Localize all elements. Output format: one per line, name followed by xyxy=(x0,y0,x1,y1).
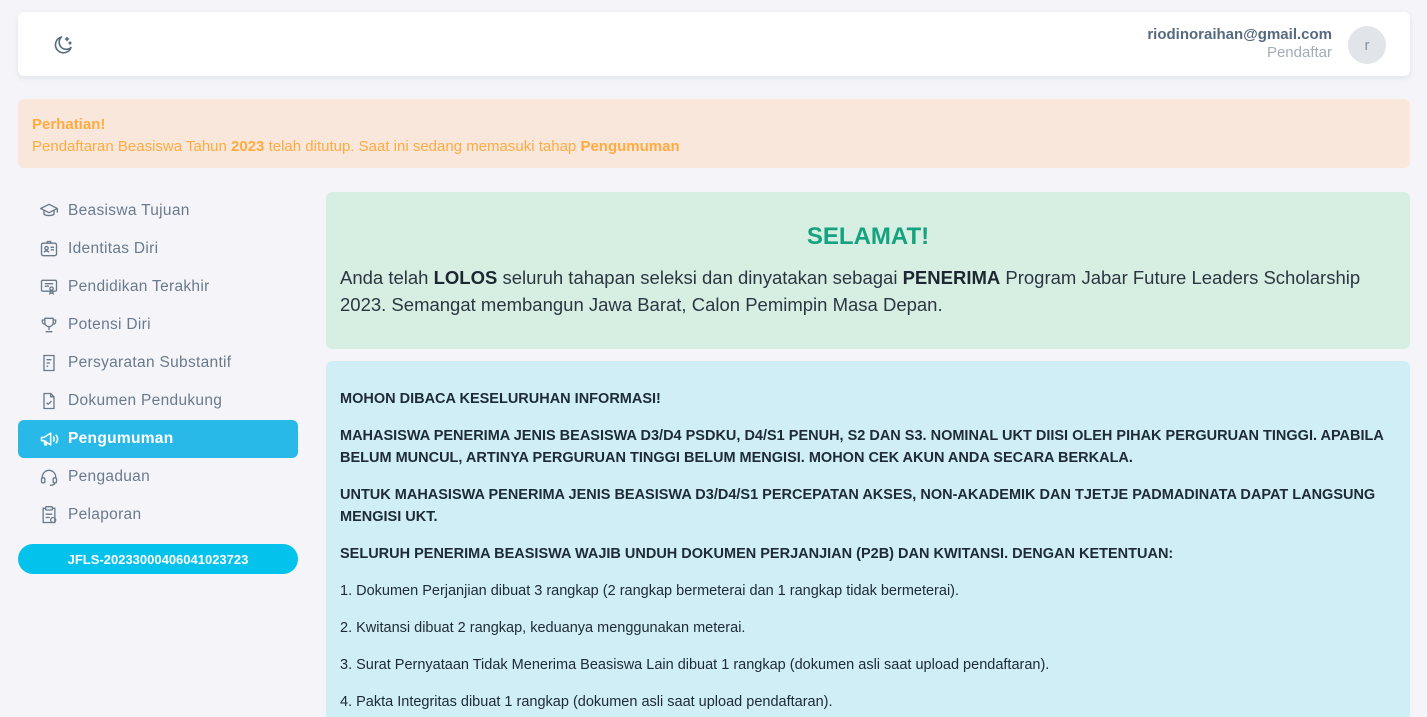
list-item: 1. Dokumen Perjanjian dibuat 3 rangkap (… xyxy=(340,583,960,599)
trophy-icon xyxy=(38,314,60,336)
headset-icon xyxy=(38,466,60,488)
sidebar-item-label: Identitas Diri xyxy=(68,240,159,257)
sidebar-item-label: Pengaduan xyxy=(68,468,151,485)
file-check-icon xyxy=(38,390,60,412)
congrats-message: Anda telah LOLOS seluruh tahapan seleksi… xyxy=(340,267,1361,315)
megaphone-icon xyxy=(38,428,60,450)
info-heading: MOHON DIBACA KESELURUHAN INFORMASI! xyxy=(340,391,661,407)
sidebar-item-label: Persyaratan Substantif xyxy=(68,354,232,371)
sidebar-item-label: Dokumen Pendukung xyxy=(68,392,223,409)
sidebar-item-dokumen-pendukung[interactable]: Dokumen Pendukung xyxy=(18,382,298,420)
alert-message: Pendaftaran Beasiswa Tahun 2023 telah di… xyxy=(32,138,680,155)
info-paragraph: UNTUK MAHASISWA PENERIMA JENIS BEASISWA … xyxy=(340,487,1376,525)
sidebar-menu: Beasiswa Tujuan Identitas Diri Pendidika… xyxy=(18,192,298,574)
congratulations-card: SELAMAT! Anda telah LOLOS seluruh tahapa… xyxy=(326,192,1410,349)
sidebar-item-label: Potensi Diri xyxy=(68,316,151,333)
sidebar-item-label: Beasiswa Tujuan xyxy=(68,202,190,219)
sidebar-item-pendidikan-terakhir[interactable]: Pendidikan Terakhir xyxy=(18,268,298,306)
report-icon xyxy=(38,504,60,526)
certificate-icon xyxy=(38,276,60,298)
top-navbar: riodinoraihan@gmail.com Pendaftar r xyxy=(18,12,1410,76)
alert-title: Perhatian! xyxy=(32,116,106,133)
sidebar-item-label: Pelaporan xyxy=(68,506,142,523)
sidebar-item-beasiswa-tujuan[interactable]: Beasiswa Tujuan xyxy=(18,192,298,230)
sidebar-item-potensi-diri[interactable]: Potensi Diri xyxy=(18,306,298,344)
user-role: Pendaftar xyxy=(1266,44,1332,61)
info-paragraph: SELURUH PENERIMA BEASISWA WAJIB UNDUH DO… xyxy=(340,546,1174,562)
registration-id-badge: JFLS-20233000406041023723 xyxy=(18,544,298,574)
sidebar-item-label: Pendidikan Terakhir xyxy=(68,278,210,295)
sidebar-item-pengaduan[interactable]: Pengaduan xyxy=(18,458,298,496)
information-card: MOHON DIBACA KESELURUHAN INFORMASI! MAHA… xyxy=(326,361,1410,717)
avatar[interactable]: r xyxy=(1348,26,1386,64)
graduation-cap-icon xyxy=(38,200,60,222)
list-item: 2. Kwitansi dibuat 2 rangkap, keduanya m… xyxy=(340,620,746,636)
list-item: 4. Pakta Integritas dibuat 1 rangkap (do… xyxy=(340,694,833,710)
user-info[interactable]: riodinoraihan@gmail.com Pendaftar xyxy=(1147,26,1332,62)
id-card-icon xyxy=(38,238,60,260)
sidebar-item-identitas-diri[interactable]: Identitas Diri xyxy=(18,230,298,268)
sidebar-item-pengumuman[interactable]: Pengumuman xyxy=(18,420,298,458)
congrats-title: SELAMAT! xyxy=(806,223,930,250)
list-item: 3. Surat Pernyataan Tidak Menerima Beasi… xyxy=(340,657,1050,673)
announcement-alert: Perhatian! Pendaftaran Beasiswa Tahun 20… xyxy=(18,99,1410,168)
sidebar-item-label: Pengumuman xyxy=(68,430,174,447)
sidebar-item-pelaporan[interactable]: Pelaporan xyxy=(18,496,298,534)
info-paragraph: MAHASISWA PENERIMA JENIS BEASISWA D3/D4 … xyxy=(340,428,1384,466)
user-email: riodinoraihan@gmail.com xyxy=(1147,26,1332,43)
sidebar-item-persyaratan-substantif[interactable]: Persyaratan Substantif xyxy=(18,344,298,382)
moon-icon[interactable] xyxy=(50,32,76,58)
clipboard-icon xyxy=(38,352,60,374)
